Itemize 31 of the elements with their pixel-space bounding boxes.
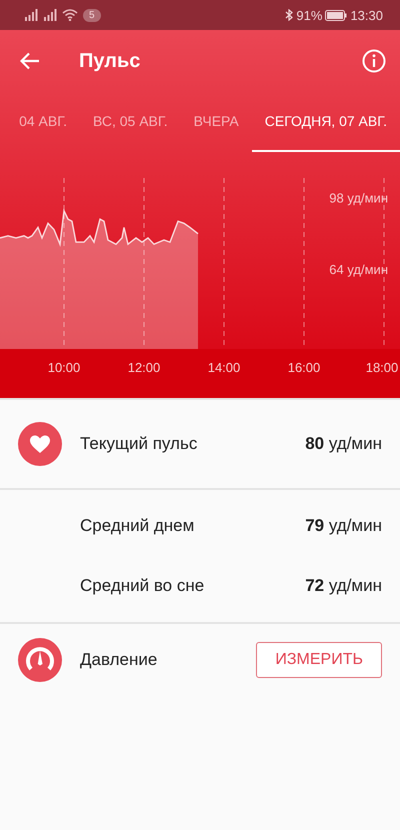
clock-time: 13:30 <box>350 8 383 22</box>
info-button[interactable] <box>362 49 386 73</box>
stat-value: 79 уд/мин <box>305 516 382 536</box>
battery-percent: 91% <box>296 8 322 22</box>
date-tab[interactable]: ВС, 05 АВГ. <box>80 92 181 152</box>
bluetooth-icon <box>285 9 294 21</box>
y-axis-label: 64 уд/мин <box>329 262 388 277</box>
stat-label: Текущий пульс <box>80 434 198 454</box>
gauge-icon <box>18 638 62 682</box>
stat-label: Средний днем <box>80 516 194 536</box>
stat-label: Средний во сне <box>80 576 204 596</box>
x-axis-label: 12:00 <box>128 360 160 375</box>
stat-value: 72 уд/мин <box>305 576 382 596</box>
x-axis-label: 14:00 <box>208 360 240 375</box>
x-axis-label: 10:00 <box>48 360 80 375</box>
x-axis-label: 16:00 <box>288 360 320 375</box>
x-axis-label: 18:00 <box>366 360 398 375</box>
battery-icon <box>325 10 348 20</box>
date-tab[interactable]: 04 АВГ. <box>6 92 80 152</box>
y-axis-label: 98 уд/мин <box>329 190 388 206</box>
date-tab[interactable]: СЕГОДНЯ, 07 АВГ. <box>252 92 400 152</box>
signal-icon <box>24 9 40 21</box>
notification-badge: 5 <box>83 8 101 22</box>
screen-title: Пульс <box>79 50 140 72</box>
back-button[interactable] <box>20 52 40 70</box>
stat-value: 80 уд/мин <box>305 434 382 454</box>
stat-label: Давление <box>80 650 158 670</box>
signal-icon <box>43 9 59 21</box>
date-tab[interactable]: ВЧЕРА <box>180 92 252 152</box>
measure-button[interactable]: ИЗМЕРИТЬ <box>256 642 382 678</box>
wifi-icon <box>62 9 78 21</box>
